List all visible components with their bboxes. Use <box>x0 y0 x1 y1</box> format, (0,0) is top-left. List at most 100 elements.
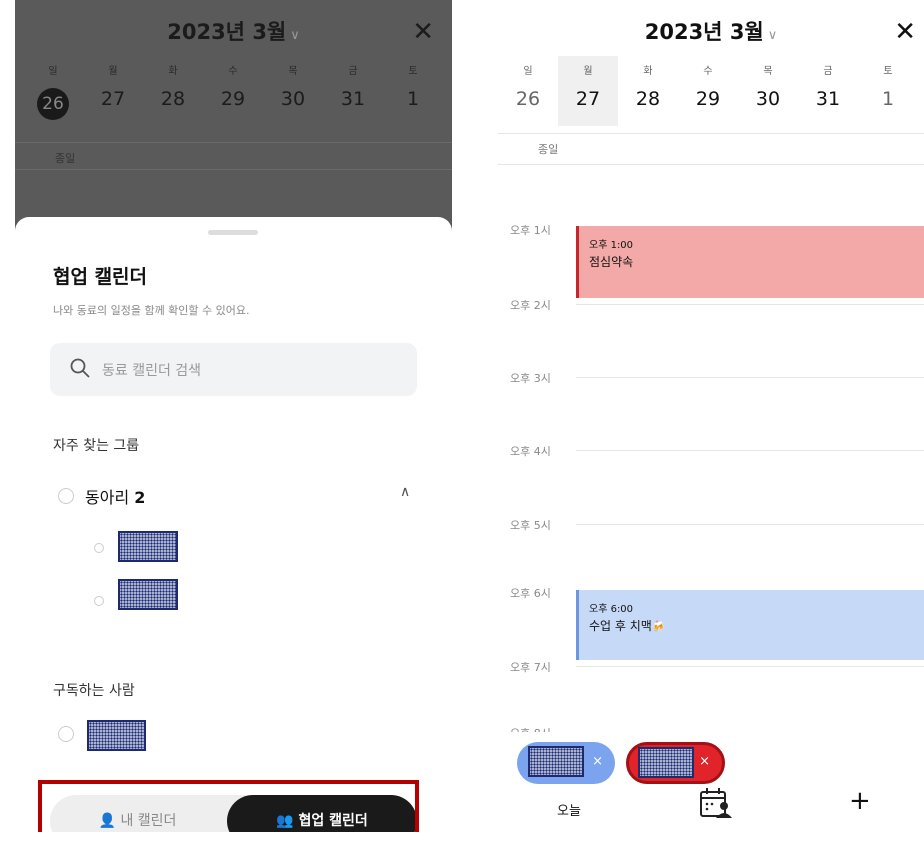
group-name: 동아리 <box>85 488 130 507</box>
weekday-label: 목 <box>763 66 773 77</box>
date-number: 31 <box>815 88 841 110</box>
date-number: 28 <box>635 88 661 110</box>
collab-calendar-sheet: 협업 캘린더 나와 동료의 일정을 함께 확인할 수 있어요. 동료 캘린더 검… <box>15 217 452 832</box>
redacted-member-name <box>118 531 178 562</box>
chevron-up-icon[interactable]: ∧ <box>400 484 410 500</box>
day-fri[interactable]: 금 31 <box>323 62 383 120</box>
weekday-label: 수 <box>703 66 713 77</box>
event-title: 수업 후 치맥🍻 <box>589 617 924 634</box>
date-number: 26 <box>515 88 541 110</box>
chevron-down-icon: ∨ <box>767 28 778 43</box>
hour-line <box>576 450 924 451</box>
member-radio[interactable] <box>94 543 104 553</box>
date-number: 29 <box>220 88 246 110</box>
weekday-label: 수 <box>228 66 238 77</box>
hour-line <box>576 377 924 378</box>
date-number: 1 <box>881 88 895 110</box>
month-header[interactable]: 2023년 3월 ∨ <box>15 12 452 52</box>
redacted-chip-name <box>528 746 584 777</box>
beer-icon: 🍻 <box>651 620 666 633</box>
close-icon[interactable]: ✕ <box>412 14 434 50</box>
date-today: 26 <box>37 88 69 120</box>
calendar-chip-blue[interactable]: × <box>517 742 615 784</box>
day-wed[interactable]: 수 29 <box>678 62 738 126</box>
calendar-chip-red[interactable]: × <box>626 742 725 784</box>
month-title: 2023년 3월 <box>644 20 764 44</box>
weekday-label: 금 <box>348 66 358 77</box>
allday-row: 종일 <box>15 142 452 170</box>
calendar-person-icon[interactable] <box>699 787 733 819</box>
weekday-label: 화 <box>168 66 178 77</box>
date-number: 27 <box>575 88 601 110</box>
event-title-text: 수업 후 치맥 <box>589 619 652 633</box>
add-event-icon[interactable]: + <box>849 786 871 816</box>
day-tue[interactable]: 화 28 <box>618 62 678 126</box>
hour-label: 오후 6시 <box>510 587 551 600</box>
weekday-label: 금 <box>823 66 833 77</box>
group-radio[interactable] <box>58 488 74 504</box>
day-thu[interactable]: 목 30 <box>738 62 798 126</box>
hour-label: 오후 1시 <box>510 224 551 237</box>
day-tue[interactable]: 화 28 <box>143 62 203 120</box>
hour-label: 오후 7시 <box>510 661 551 674</box>
colleague-search-input[interactable]: 동료 캘린더 검색 <box>50 343 417 396</box>
month-header[interactable]: 2023년 3월 ∨ <box>498 12 924 52</box>
subscribed-heading: 구독하는 사람 <box>53 683 135 699</box>
day-mon-selected[interactable]: 월 27 <box>558 56 618 126</box>
favorites-heading: 자주 찾는 그룹 <box>53 438 140 454</box>
event-chimaek[interactable]: 오후 6:00 수업 후 치맥🍻 <box>576 590 924 660</box>
member-radio[interactable] <box>94 596 104 606</box>
group-item[interactable]: 동아리 2 <box>85 484 145 508</box>
group-count: 2 <box>134 488 146 507</box>
week-row: 일 26 월 27 화 28 수 29 목 30 금 31 토1 <box>23 62 452 120</box>
hour-label: 오후 5시 <box>510 519 551 532</box>
day-sat[interactable]: 토1 <box>383 62 443 120</box>
weekday-label: 월 <box>583 66 593 77</box>
event-lunch[interactable]: 오후 1:00 점심약속 <box>576 226 924 298</box>
month-title: 2023년 3월 <box>167 20 287 44</box>
weekday-label: 토 <box>883 66 893 77</box>
weekday-label: 화 <box>643 66 653 77</box>
date-number: 28 <box>160 88 186 110</box>
date-number: 30 <box>280 88 306 110</box>
date-number: 31 <box>340 88 366 110</box>
close-icon[interactable]: ✕ <box>894 14 916 50</box>
search-icon <box>70 358 90 378</box>
hour-line <box>576 524 924 525</box>
hour-line <box>576 666 924 667</box>
week-row: 일 26 월 27 화 28 수 29 목 30 금 31 토1 <box>498 56 924 126</box>
allday-row: 종일 <box>498 133 924 165</box>
day-thu[interactable]: 목 30 <box>263 62 323 120</box>
date-number: 30 <box>755 88 781 110</box>
sheet-title: 협업 캘린더 <box>53 266 148 288</box>
event-time: 오후 6:00 <box>589 604 634 615</box>
day-mon[interactable]: 월 27 <box>83 62 143 120</box>
hour-label: 오후 2시 <box>510 299 551 312</box>
day-sun[interactable]: 일 26 <box>498 56 558 126</box>
hour-line <box>576 304 924 305</box>
search-placeholder: 동료 캘린더 검색 <box>102 363 202 379</box>
right-screen: 2023년 3월 ∨ ✕ 일 26 월 27 화 28 수 29 목 30 금 31 토1 종… <box>498 0 924 832</box>
redacted-member-name <box>118 579 178 610</box>
day-sun[interactable]: 일 26 <box>23 62 83 120</box>
redacted-subscriber-name <box>87 720 146 751</box>
sheet-handle[interactable] <box>208 230 258 235</box>
today-button[interactable]: 오늘 <box>557 800 581 819</box>
weekday-label: 일 <box>523 66 533 77</box>
left-screen: 2023년 3월 ∨ ✕ 일 26 월 27 화 28 수 29 목 30 금 31 토1 종… <box>15 0 452 832</box>
remove-chip-icon[interactable]: × <box>699 754 710 769</box>
redacted-chip-name <box>638 747 694 778</box>
hour-label: 오후 4시 <box>510 445 551 458</box>
weekday-label: 월 <box>108 66 118 77</box>
event-time: 오후 1:00 <box>589 240 634 251</box>
weekday-label: 일 <box>48 66 58 77</box>
subscriber-radio[interactable] <box>58 726 74 742</box>
day-fri[interactable]: 금 31 <box>798 62 858 126</box>
chevron-down-icon: ∨ <box>290 28 300 43</box>
remove-chip-icon[interactable]: × <box>592 754 603 769</box>
date-number: 1 <box>406 88 420 110</box>
weekday-label: 토 <box>408 66 418 77</box>
day-wed[interactable]: 수 29 <box>203 62 263 120</box>
day-sat[interactable]: 토1 <box>858 62 918 126</box>
event-title: 점심약속 <box>589 255 634 269</box>
